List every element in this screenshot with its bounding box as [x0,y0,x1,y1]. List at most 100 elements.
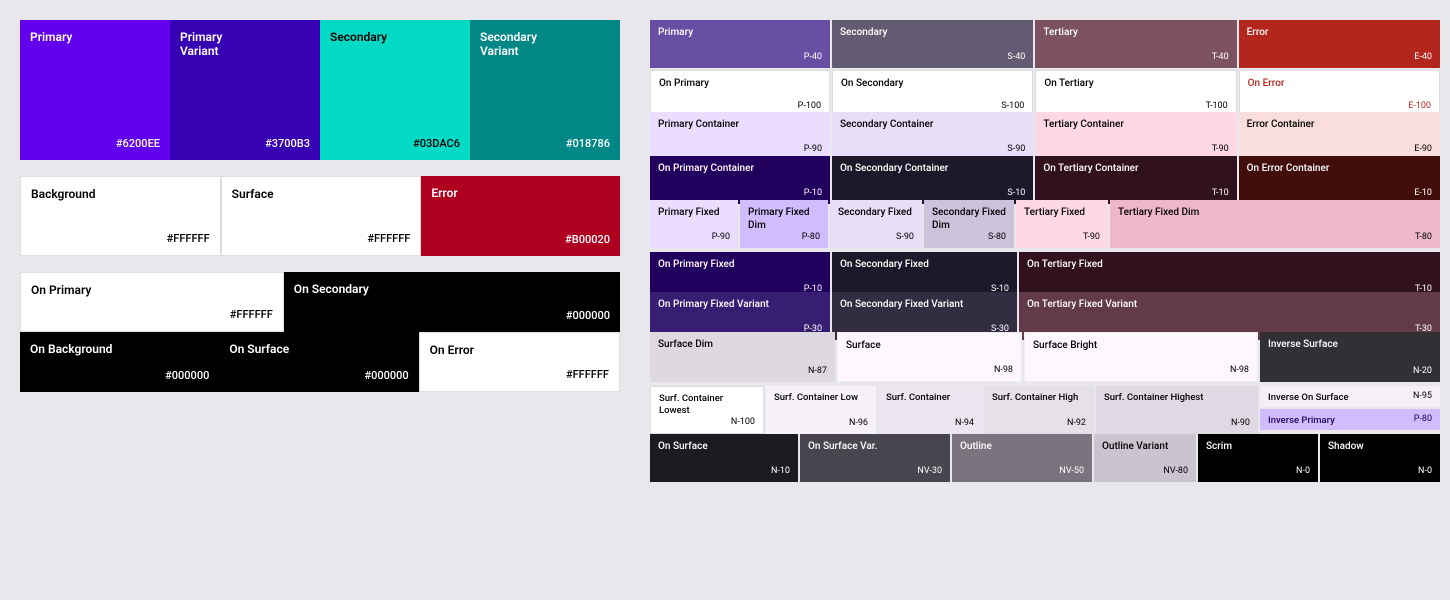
cell-tertiary-fixed-label: Tertiary Fixed [1024,206,1100,219]
right-row9: Surf. Container Lowest N-100 Surf. Conta… [650,386,1440,430]
cell-surf-container-high: Surf. Container High N-92 [984,386,1094,434]
swatch-error: Error #B00020 [421,176,620,256]
on-colors-section: On Primary #FFFFFF On Secondary #000000 … [20,272,620,392]
swatch-on-background-hex: #000000 [165,369,209,382]
right-row5: Primary Fixed P-90 Primary Fixed Dim P-8… [650,200,1440,248]
cell-primary-fixed-code: P-90 [712,232,730,242]
cell-secondary-fixed-code: S-90 [896,232,914,242]
cell-surf-container-label: Surf. Container [886,392,974,404]
swatch-primary-label: Primary [30,30,160,44]
cell-on-secondary-label: On Secondary [841,77,1024,90]
cell-on-primary-container-label: On Primary Container [658,162,822,175]
swatch-surface: Surface #FFFFFF [221,176,422,256]
cell-outline-label: Outline [960,440,1084,453]
cell-secondary-fixed-dim-label: Secondary Fixed Dim [932,206,1006,232]
cell-secondary-fixed: Secondary Fixed S-90 [830,200,922,248]
cell-on-secondary-code: S-100 [1001,101,1024,111]
cell-tertiary-fixed-dim: Tertiary Fixed Dim T-80 [1110,200,1440,248]
cell-secondary-fixed-dim-code: S-80 [988,232,1006,242]
cell-primary-label: Primary [658,26,822,39]
cell-tertiary-fixed-dim-label: Tertiary Fixed Dim [1118,206,1432,219]
cell-on-error: On Error E-100 [1239,70,1440,118]
cell-error-container-label: Error Container [1247,118,1432,131]
swatch-primary: Primary #6200EE [20,20,170,160]
cell-inverse-on-surface: Inverse On Surface N-95 [1260,386,1440,407]
swatch-on-error-label: On Error [430,343,609,357]
cell-on-surface: On Surface N-10 [650,434,798,482]
swatch-secondary-label: Secondary [330,30,460,44]
cell-scrim: Scrim N-0 [1198,434,1318,482]
cell-inverse-primary-code: P-80 [1414,414,1432,424]
cell-on-tertiary-container-code: T-10 [1212,188,1229,198]
primary-swatch-row: Primary #6200EE PrimaryVariant #3700B3 S… [20,20,620,160]
cell-primary-container-label: Primary Container [658,118,822,131]
cell-primary-fixed-label: Primary Fixed [658,206,730,219]
swatch-error-hex: #B00020 [565,233,610,246]
cell-surf-container-code: N-94 [955,418,974,428]
swatch-primary-variant-hex: #3700B3 [265,137,310,150]
swatch-on-primary: On Primary #FFFFFF [20,272,284,332]
left-panel: Primary #6200EE PrimaryVariant #3700B3 S… [0,0,640,600]
cell-surface-bright-label: Surface Bright [1033,339,1249,352]
swatch-primary-hex: #6200EE [116,137,160,150]
cell-error: Error E-40 [1239,20,1440,68]
cell-outline-variant: Outline Variant NV-80 [1094,434,1196,482]
cell-outline: Outline NV-50 [952,434,1092,482]
cell-tertiary-container-code: T-90 [1212,144,1229,154]
swatch-on-primary-hex: #FFFFFF [230,308,273,321]
on-colors-top-row: On Primary #FFFFFF On Secondary #000000 [20,272,620,332]
swatch-background-label: Background [31,187,210,201]
cell-inverse-surface: Inverse Surface N-20 [1260,332,1440,382]
cell-on-tertiary-code: T-100 [1206,101,1228,111]
swatch-error-label: Error [431,186,610,200]
cell-surface-bright: Surface Bright N-98 [1024,332,1258,382]
cell-on-secondary-container-code: S-10 [1007,188,1025,198]
swatch-secondary: Secondary #03DAC6 [320,20,470,160]
cell-on-surface-var: On Surface Var. NV-30 [800,434,950,482]
swatch-on-surface: On Surface #000000 [219,332,418,392]
cell-surf-container-highest: Surf. Container Highest N-90 [1096,386,1258,434]
cell-shadow-code: N-0 [1418,466,1432,476]
swatch-on-surface-label: On Surface [229,342,408,356]
swatch-background: Background #FFFFFF [20,176,221,256]
cell-on-secondary: On Secondary S-100 [832,70,1033,118]
cell-on-tertiary-container: On Tertiary Container T-10 [1035,156,1236,204]
cell-surf-container-lowest-label: Surf. Container Lowest [659,393,755,418]
cell-primary: Primary P-40 [650,20,830,68]
right-row10: On Surface N-10 On Surface Var. NV-30 Ou… [650,434,1440,470]
surface-swatch-row: Background #FFFFFF Surface #FFFFFF Error… [20,176,620,256]
cell-surf-container-lowest: Surf. Container Lowest N-100 [650,386,764,434]
cell-surface-bright-code: N-98 [1230,365,1249,375]
cell-surface-dim: Surface Dim N-87 [650,332,835,382]
cell-error-container: Error Container E-90 [1239,112,1440,160]
cell-inverse-primary-label: Inverse Primary [1268,415,1432,427]
cell-tertiary-label: Tertiary [1043,26,1228,39]
cell-secondary: Secondary S-40 [832,20,1033,68]
cell-primary-fixed-dim-code: P-80 [802,232,820,242]
right-row6: On Primary Fixed P-10 On Secondary Fixed… [650,252,1440,288]
swatch-secondary-variant-label: SecondaryVariant [480,30,610,58]
cell-inverse-on-surface-label: Inverse On Surface [1268,392,1432,404]
on-colors-bottom-row: On Background #000000 On Surface #000000… [20,332,620,392]
cell-secondary-code: S-40 [1007,52,1025,62]
cell-secondary-label: Secondary [840,26,1025,39]
cell-primary-container: Primary Container P-90 [650,112,830,160]
cell-tertiary-fixed-code: T-90 [1083,232,1100,242]
cell-surf-container-high-code: N-92 [1067,418,1086,428]
cell-on-surface-var-label: On Surface Var. [808,440,942,453]
cell-on-secondary-fixed-variant-label: On Secondary Fixed Variant [840,298,1009,311]
cell-on-primary-code: P-100 [798,101,821,111]
cell-outline-variant-label: Outline Variant [1102,440,1188,453]
right-row2: On Primary P-100 On Secondary S-100 On T… [650,70,1440,108]
cell-secondary-container-label: Secondary Container [840,118,1025,131]
swatch-secondary-hex: #03DAC6 [413,137,460,150]
cell-outline-variant-code: NV-80 [1163,466,1188,476]
swatch-on-error: On Error #FFFFFF [419,332,620,392]
cell-primary-container-code: P-90 [804,144,822,154]
cell-surface-main-code: N-98 [994,365,1013,375]
cell-tertiary-container-label: Tertiary Container [1043,118,1228,131]
cell-surface-dim-code: N-87 [808,366,827,376]
cell-outline-code: NV-50 [1059,466,1084,476]
cell-inverse-primary: Inverse Primary P-80 [1260,409,1440,430]
right-row3: Primary Container P-90 Secondary Contain… [650,112,1440,152]
